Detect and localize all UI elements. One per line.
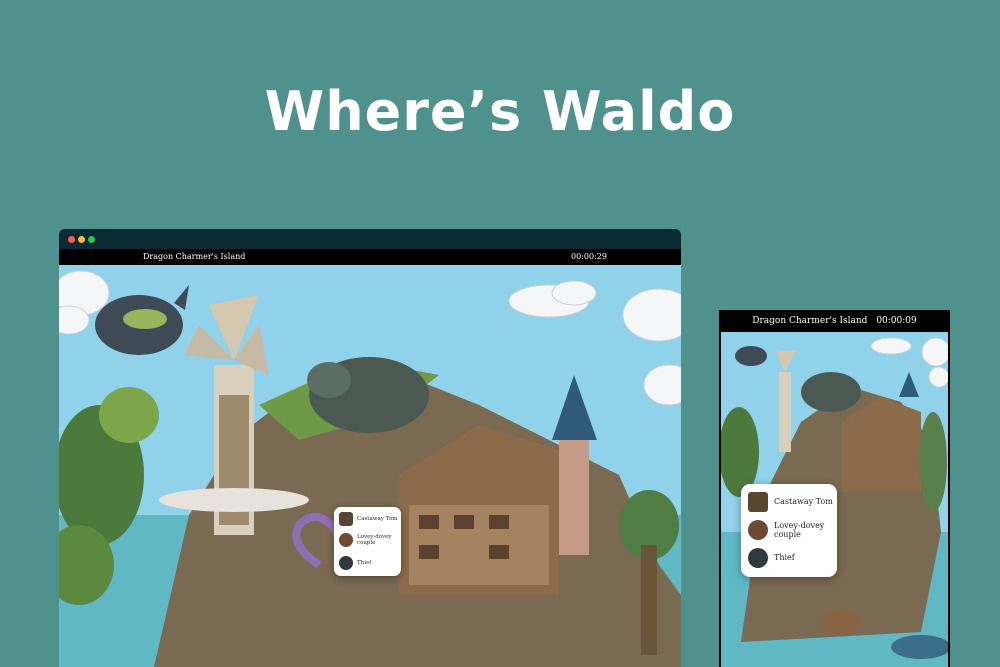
lovey-dovey-couple-icon bbox=[339, 533, 353, 547]
target-item[interactable]: Thief bbox=[339, 556, 401, 570]
target-label: Lovey-dovey couple bbox=[774, 520, 825, 539]
target-item[interactable]: Thief bbox=[748, 548, 836, 568]
target-label: Lovey-dovey couple bbox=[357, 533, 392, 546]
game-timer: 00:00:29 bbox=[571, 252, 607, 261]
maximize-window-icon[interactable] bbox=[88, 236, 95, 243]
target-label: Thief bbox=[357, 559, 372, 566]
target-item[interactable]: Lovey-dovey couple bbox=[339, 533, 401, 547]
mobile-game-header: Dragon Charmer's Island 00:00:09 bbox=[719, 310, 950, 332]
window-titlebar bbox=[59, 229, 681, 249]
game-scene[interactable]: Castaway Tom Lovey-dovey couple Thief bbox=[59, 265, 681, 667]
target-label: Thief bbox=[774, 553, 795, 563]
game-header: Dragon Charmer's Island 00:00:29 bbox=[59, 249, 681, 265]
target-item[interactable]: Lovey-dovey couple bbox=[748, 520, 836, 540]
target-item[interactable]: Castaway Tom bbox=[339, 512, 401, 526]
level-title: Dragon Charmer's Island bbox=[752, 316, 868, 326]
target-label: Castaway Tom bbox=[774, 497, 833, 507]
thief-icon bbox=[339, 556, 353, 570]
mobile-window: Dragon Charmer's Island 00:00:09 Castawa… bbox=[719, 310, 950, 667]
target-item[interactable]: Castaway Tom bbox=[748, 492, 836, 512]
hero-title: Where’s Waldo bbox=[264, 80, 736, 143]
minimize-window-icon[interactable] bbox=[78, 236, 85, 243]
lovey-dovey-couple-icon bbox=[748, 520, 768, 540]
island-illustration[interactable] bbox=[59, 265, 681, 667]
castaway-tom-icon bbox=[748, 492, 768, 512]
desktop-window: Dragon Charmer's Island 00:00:29 Castawa… bbox=[59, 229, 681, 667]
castaway-tom-icon bbox=[339, 512, 353, 526]
target-list-popup: Castaway Tom Lovey-dovey couple Thief bbox=[334, 507, 401, 576]
game-scene[interactable]: Castaway Tom Lovey-dovey couple Thief bbox=[721, 332, 948, 667]
close-window-icon[interactable] bbox=[68, 236, 75, 243]
game-timer: 00:00:09 bbox=[876, 316, 917, 326]
thief-icon bbox=[748, 548, 768, 568]
level-title: Dragon Charmer's Island bbox=[143, 252, 246, 261]
target-label: Castaway Tom bbox=[357, 515, 398, 522]
target-list-popup: Castaway Tom Lovey-dovey couple Thief bbox=[741, 484, 837, 577]
